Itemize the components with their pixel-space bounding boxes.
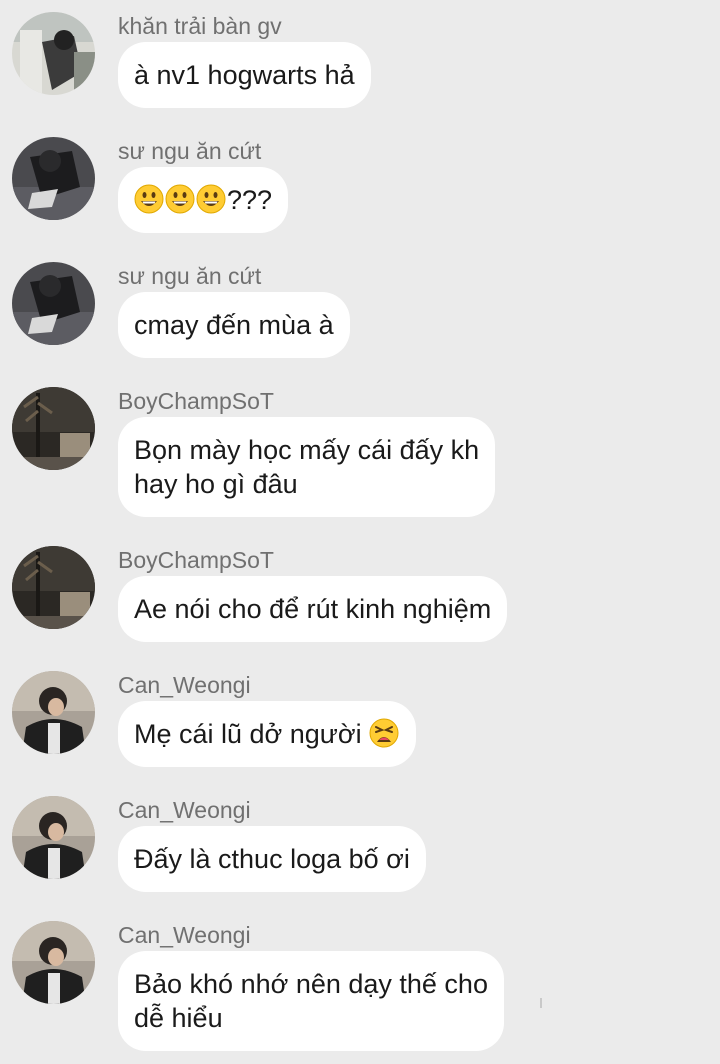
message-bubble[interactable]: à nv1 hogwarts hả [118, 42, 371, 108]
message-text: Đấy là cthuc loga bố ơi [134, 844, 410, 874]
message-text-line-1: Bọn mày học mấy cái đấy kh [134, 435, 480, 465]
avatar[interactable] [12, 796, 95, 879]
avatar[interactable] [12, 137, 95, 220]
avatar-image [12, 921, 95, 1004]
message-text: ??? [227, 185, 273, 215]
avatar[interactable] [12, 262, 95, 345]
avatar-image [12, 796, 95, 879]
avatar-image [12, 262, 95, 345]
message-bubble[interactable]: cmay đến mùa à [118, 292, 350, 358]
avatar[interactable] [12, 546, 95, 629]
sender-name: sư ngu ăn cứt [118, 138, 262, 164]
message-text: Ae nói cho để rút kinh nghiệm [134, 594, 492, 624]
message-text-line-1: Bảo khó nhớ nên dạy thế cho [134, 969, 488, 999]
message-text: à nv1 hogwarts hả [134, 60, 355, 90]
message-bubble[interactable]: Đấy là cthuc loga bố ơi [118, 826, 426, 892]
message-content: ??? [134, 183, 272, 217]
avatar-image [12, 137, 95, 220]
message-text-line-2: dễ hiểu [134, 1003, 223, 1033]
sender-name: Can_Weongi [118, 797, 251, 823]
avatar[interactable] [12, 671, 95, 754]
message-text: cmay đến mùa à [134, 310, 334, 340]
grinning-face-emoji [165, 184, 195, 214]
avatar-image [12, 387, 95, 470]
avatar-image [12, 546, 95, 629]
grinning-face-emoji [196, 184, 226, 214]
message-text-line-2: hay ho gì đâu [134, 469, 298, 499]
avatar-image [12, 12, 95, 95]
avatar[interactable] [12, 921, 95, 1004]
sender-name: BoyChampSoT [118, 547, 274, 573]
grinning-face-emoji [134, 184, 164, 214]
message-bubble[interactable]: Bảo khó nhớ nên dạy thế cho dễ hiểu [118, 951, 504, 1051]
avatar[interactable] [12, 387, 95, 470]
message-bubble[interactable]: Mẹ cái lũ dở người [118, 701, 417, 767]
sender-name: sư ngu ăn cứt [118, 263, 262, 289]
tired-face-emoji [369, 718, 399, 748]
sender-name: Can_Weongi [118, 922, 251, 948]
divider [540, 998, 542, 1008]
message-content: Mẹ cái lũ dở người [134, 717, 400, 751]
sender-name: khăn trải bàn gv [118, 13, 282, 39]
message-bubble[interactable]: ??? [118, 167, 289, 233]
message-text: Mẹ cái lũ dở người [134, 719, 370, 749]
avatar[interactable] [12, 12, 95, 95]
sender-name: Can_Weongi [118, 672, 251, 698]
avatar-image [12, 671, 95, 754]
message-bubble[interactable]: Bọn mày học mấy cái đấy kh hay ho gì đâu [118, 417, 496, 517]
message-bubble[interactable]: Ae nói cho để rút kinh nghiệm [118, 576, 508, 642]
sender-name: BoyChampSoT [118, 388, 274, 414]
